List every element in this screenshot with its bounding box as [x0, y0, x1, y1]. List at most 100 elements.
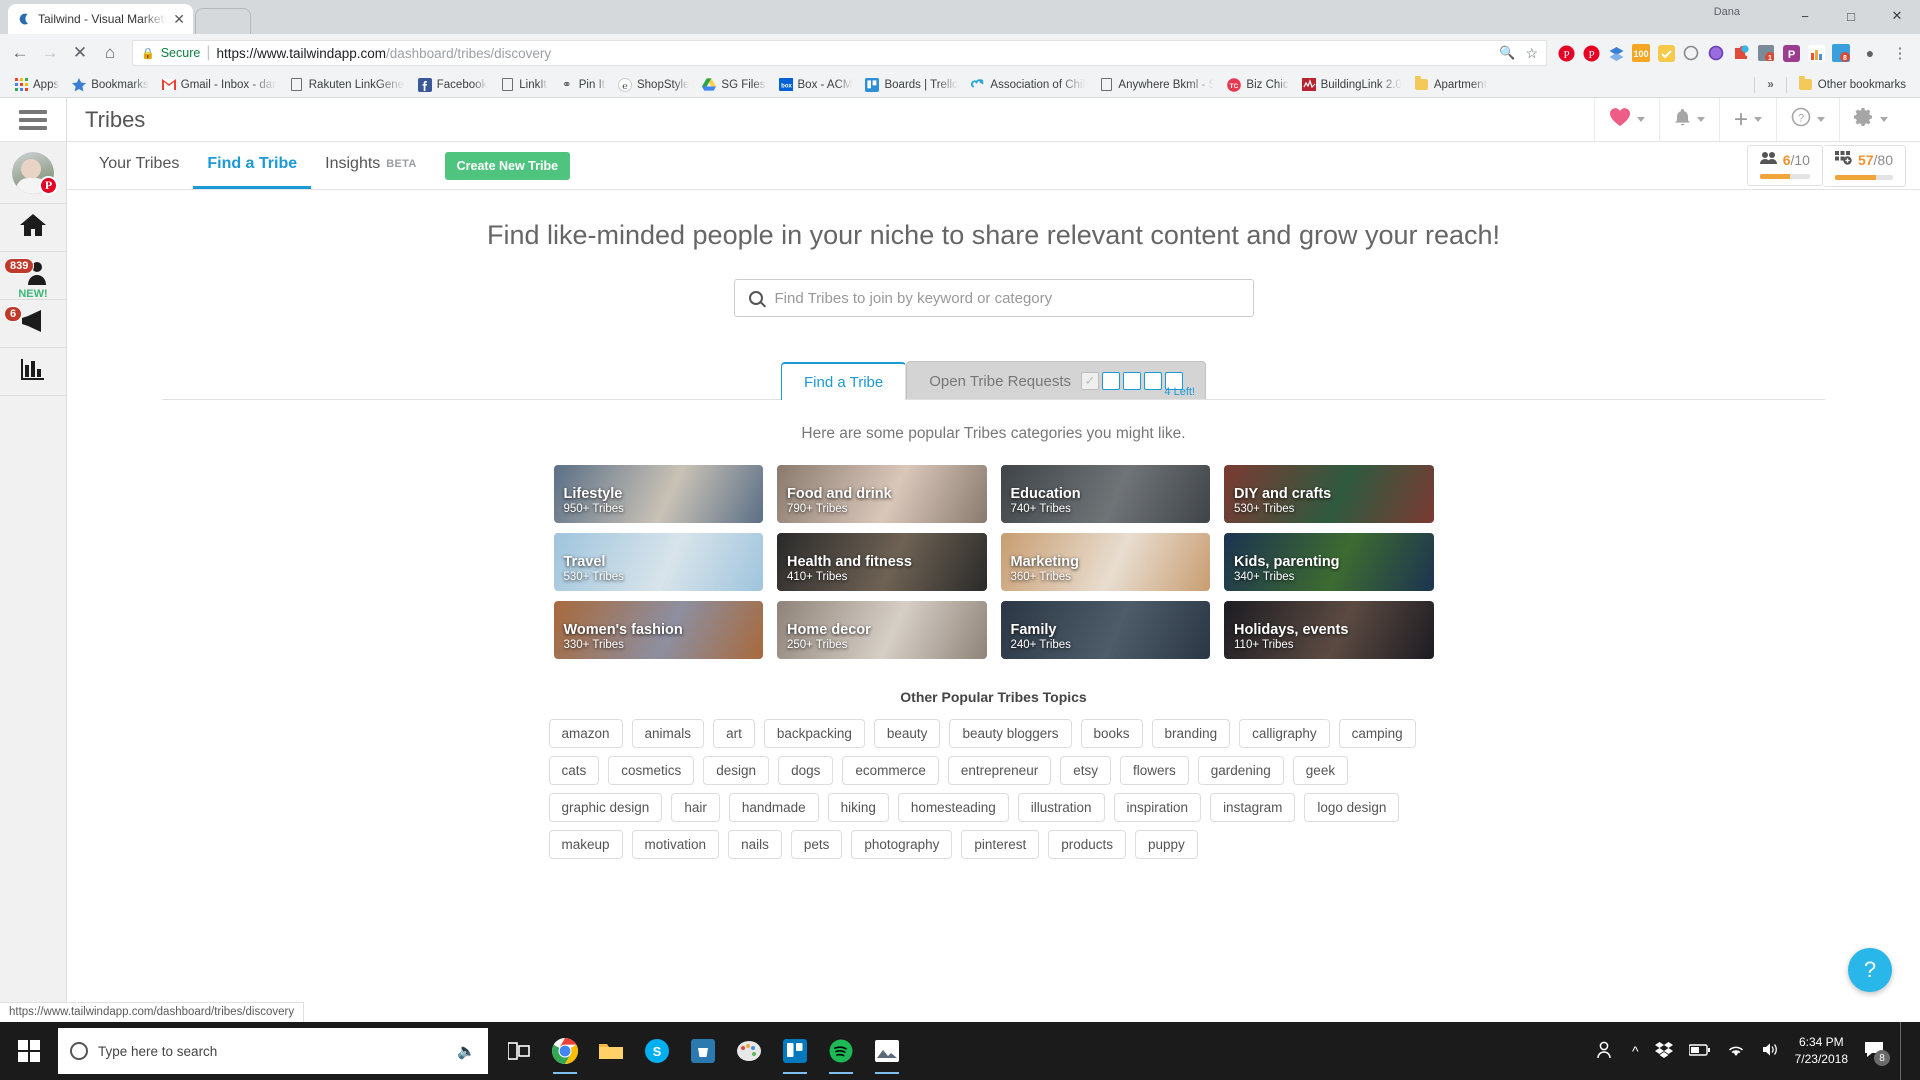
topic-tag[interactable]: gardening — [1197, 756, 1284, 785]
bookmark-item[interactable]: BuildingLink 2.0 — [1296, 76, 1408, 94]
request-box-open[interactable] — [1101, 372, 1120, 390]
stop-button[interactable]: ✕ — [66, 39, 94, 67]
taskbar-store-icon[interactable] — [682, 1026, 724, 1076]
task-view-icon[interactable] — [498, 1026, 540, 1076]
home-button[interactable]: ⌂ — [96, 39, 124, 67]
topic-tag[interactable]: graphic design — [548, 793, 663, 822]
topic-tag[interactable]: motivation — [631, 830, 720, 859]
sidebar-item-announcements[interactable]: 6 — [0, 300, 66, 348]
maximize-button[interactable]: □ — [1828, 0, 1874, 32]
category-tile[interactable]: Holidays, events 110+ Tribes — [1224, 601, 1434, 659]
topic-tag[interactable]: backpacking — [763, 719, 865, 748]
topic-tag[interactable]: makeup — [548, 830, 623, 859]
bookmark-item[interactable]: Rakuten LinkGenerat — [284, 76, 411, 94]
topic-tag[interactable]: inspiration — [1113, 793, 1202, 822]
bookmark-item[interactable]: Bookmarks — [66, 76, 155, 94]
close-icon[interactable]: ✕ — [173, 12, 185, 26]
sidebar-item-tribes[interactable]: 839 NEW! — [0, 252, 66, 300]
help-button[interactable]: ? — [1776, 98, 1839, 141]
favorites-button[interactable] — [1593, 98, 1659, 141]
close-window-button[interactable]: ✕ — [1874, 0, 1920, 32]
tribe-search-box[interactable] — [733, 279, 1254, 317]
topic-tag[interactable]: animals — [631, 719, 705, 748]
topic-tag[interactable]: art — [713, 719, 755, 748]
topic-tag[interactable]: pinterest — [961, 830, 1040, 859]
pinterest-icon[interactable]: P — [1580, 42, 1602, 64]
bookmark-item[interactable]: Gmail - Inbox - dana — [156, 76, 283, 94]
topic-tag[interactable]: books — [1080, 719, 1143, 748]
puzzle-icon[interactable] — [1730, 42, 1752, 64]
topic-tag[interactable]: cosmetics — [608, 756, 695, 785]
speaker-icon[interactable] — [1761, 1042, 1779, 1060]
topic-tag[interactable]: nails — [728, 830, 782, 859]
taskbar-search[interactable]: Type here to search 🔈 — [58, 1028, 488, 1074]
back-button[interactable]: ← — [6, 39, 34, 67]
topic-tag[interactable]: pets — [790, 830, 843, 859]
tab-your-tribes[interactable]: Your Tribes — [85, 142, 193, 189]
topic-tag[interactable]: beauty bloggers — [949, 719, 1072, 748]
minimize-button[interactable]: − — [1782, 0, 1828, 32]
address-bar[interactable]: 🔒 Secure | https://www.tailwindapp.com/d… — [132, 40, 1547, 66]
topic-tag[interactable]: geek — [1292, 756, 1349, 785]
badge-1-icon[interactable]: 1 — [1755, 42, 1777, 64]
menu-toggle[interactable] — [0, 98, 66, 142]
bookmark-item[interactable]: ⚭ Pin It — [554, 76, 611, 94]
topic-tag[interactable]: hiking — [827, 793, 889, 822]
category-tile[interactable]: Kids, parenting 340+ Tribes — [1224, 533, 1434, 591]
browser-tab[interactable]: Tailwind - Visual Marketin ✕ — [8, 4, 193, 34]
search-input[interactable] — [774, 289, 1239, 307]
help-fab-button[interactable]: ? — [1848, 948, 1892, 992]
action-center-button[interactable]: 8 — [1864, 1041, 1890, 1066]
start-button[interactable] — [0, 1022, 58, 1080]
bookmark-item[interactable]: TC Biz Chic — [1221, 76, 1294, 94]
topic-tag[interactable]: ecommerce — [842, 756, 939, 785]
topic-tag[interactable]: puppy — [1134, 830, 1198, 859]
pocket-icon[interactable]: P — [1780, 42, 1802, 64]
topic-tag[interactable]: etsy — [1060, 756, 1111, 785]
create-new-tribe-button[interactable]: Create New Tribe — [444, 151, 571, 180]
circle-outline-icon[interactable] — [1680, 42, 1702, 64]
chart-icon[interactable] — [1805, 42, 1827, 64]
layers-icon[interactable] — [1605, 42, 1627, 64]
notifications-button[interactable] — [1658, 98, 1719, 141]
bookmark-item[interactable]: SG Files — [696, 76, 771, 94]
category-tile[interactable]: DIY and crafts 530+ Tribes — [1224, 465, 1434, 523]
show-desktop-button[interactable] — [1900, 1022, 1908, 1080]
taskbar-paint-icon[interactable] — [728, 1026, 770, 1076]
score-100-icon[interactable]: 100 — [1630, 42, 1652, 64]
topic-tag[interactable]: beauty — [873, 719, 941, 748]
add-button[interactable]: + — [1718, 98, 1776, 141]
bookmark-item[interactable]: Facebook — [412, 76, 494, 94]
globe-icon[interactable] — [1705, 42, 1727, 64]
request-box-open[interactable] — [1143, 372, 1162, 390]
topic-tag[interactable]: cats — [548, 756, 600, 785]
topic-tag[interactable]: branding — [1151, 719, 1231, 748]
request-box-open[interactable] — [1122, 372, 1141, 390]
taskbar-file-explorer-icon[interactable] — [590, 1026, 632, 1076]
topic-tag[interactable]: homesteading — [897, 793, 1009, 822]
taskbar-chrome-icon[interactable] — [544, 1026, 586, 1076]
wifi-icon[interactable] — [1727, 1043, 1745, 1060]
bookmark-item[interactable]: box Box - ACM — [773, 76, 859, 94]
avatar[interactable]: P — [0, 142, 66, 204]
bookmark-item[interactable]: ℮ ShopStyle — [612, 76, 695, 94]
chevron-up-icon[interactable]: ^ — [1632, 1043, 1639, 1059]
category-tile[interactable]: Marketing 360+ Tribes — [1000, 533, 1210, 591]
topic-tag[interactable]: amazon — [548, 719, 623, 748]
bookmark-item[interactable]: Boards | Trello — [859, 76, 964, 94]
taskbar-skype-icon[interactable]: S — [636, 1026, 678, 1076]
topic-tag[interactable]: logo design — [1304, 793, 1400, 822]
dropbox-icon[interactable] — [1654, 1041, 1673, 1061]
topic-tag[interactable]: illustration — [1017, 793, 1105, 822]
topic-tag[interactable]: entrepreneur — [947, 756, 1052, 785]
battery-icon[interactable] — [1687, 1043, 1711, 1059]
bookmark-item[interactable]: Apps — [8, 76, 65, 94]
other-bookmarks-folder[interactable]: Other bookmarks — [1793, 76, 1912, 94]
category-tile[interactable]: Family 240+ Tribes — [1000, 601, 1210, 659]
panel-tab-find-a-tribe[interactable]: Find a Tribe — [781, 362, 907, 400]
sidebar-item-home[interactable] — [0, 204, 66, 252]
topic-tag[interactable]: design — [703, 756, 770, 785]
topic-tag[interactable]: hair — [671, 793, 720, 822]
topic-tag[interactable]: dogs — [778, 756, 834, 785]
bookmark-item[interactable]: Apartment — [1409, 76, 1493, 94]
